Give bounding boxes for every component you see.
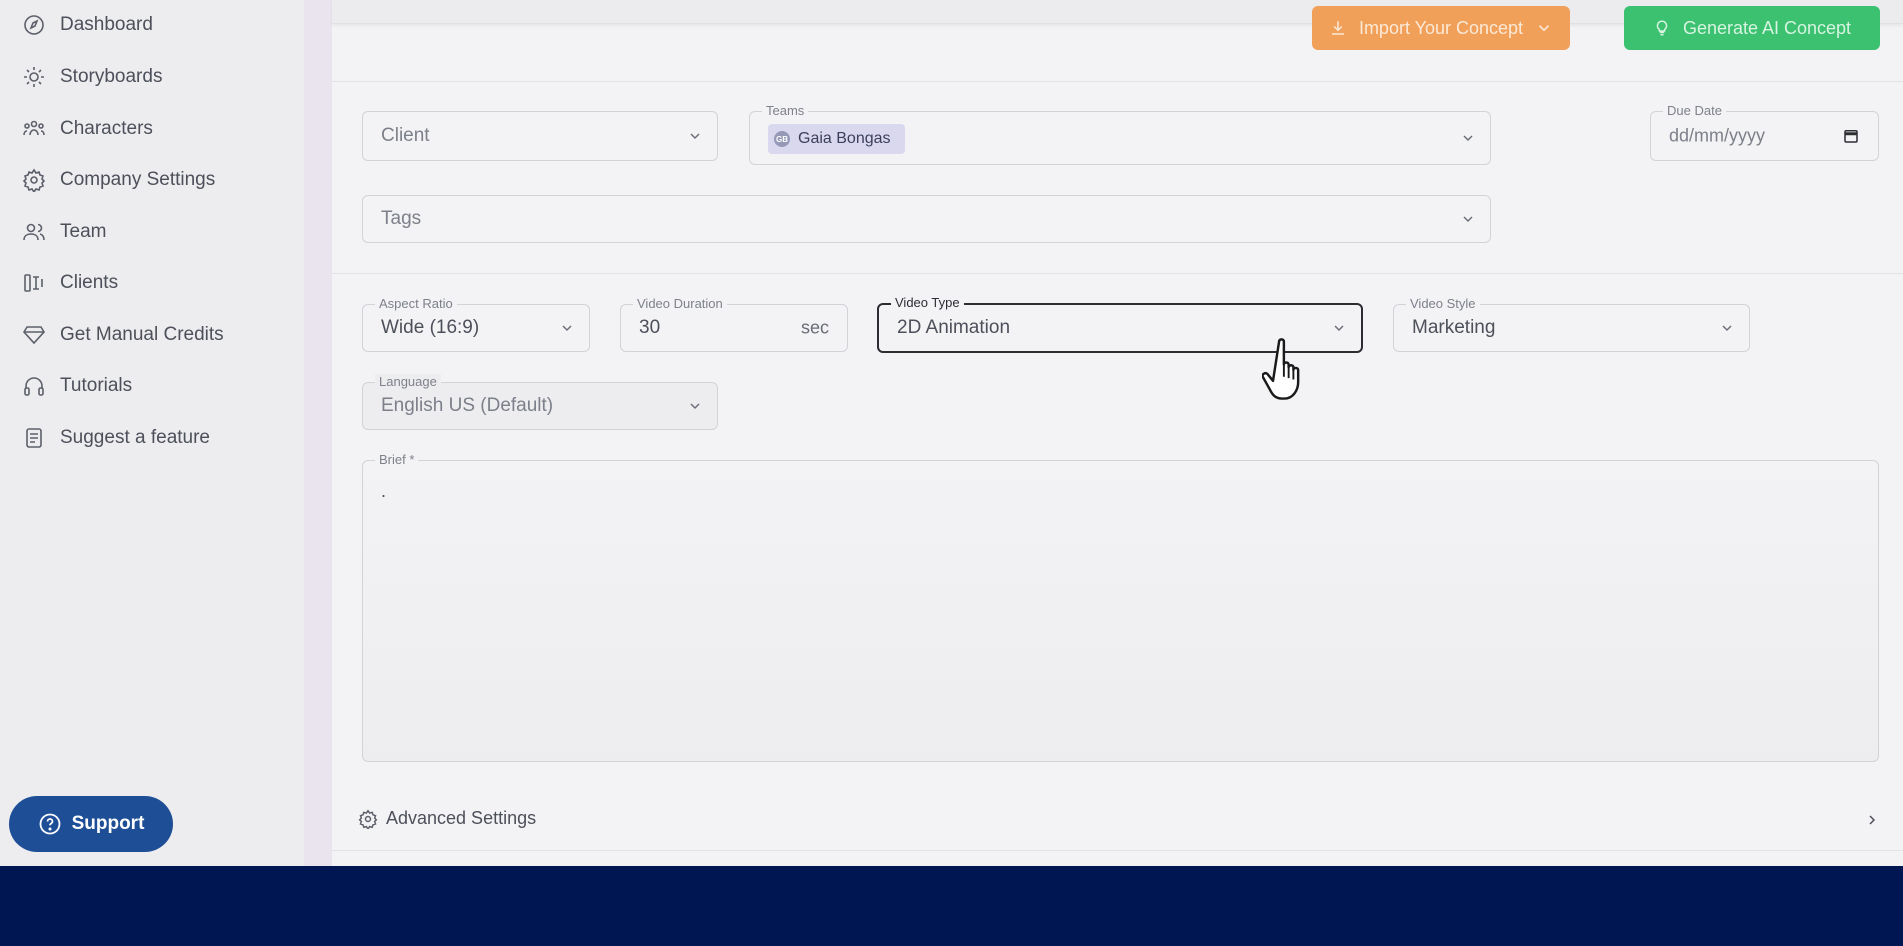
sidebar-item-label: Dashboard [60, 14, 153, 35]
brief-textarea[interactable]: Brief * . [362, 452, 1879, 762]
video-style-value: Marketing [1412, 317, 1496, 338]
sidebar-item-storyboards[interactable]: Storyboards [22, 60, 162, 94]
video-type-value: 2D Animation [897, 317, 1011, 338]
language-value: English US (Default) [381, 395, 554, 416]
bottom-divider [332, 850, 1903, 851]
video-style-select[interactable]: Video Style Marketing [1393, 296, 1750, 352]
aspect-ratio-label: Aspect Ratio [375, 296, 457, 312]
import-concept-label: Import Your Concept [1358, 17, 1524, 38]
sidebar-item-characters[interactable]: Characters [22, 112, 153, 146]
headphones-icon [24, 377, 44, 396]
import-icon [1331, 21, 1344, 35]
clients-icon [24, 274, 43, 292]
sidebar-item-label: Characters [60, 118, 153, 139]
team-chip-avatar: GB [774, 131, 790, 147]
sidebar-item-label: Get Manual Credits [60, 324, 224, 345]
section-divider [332, 273, 1903, 274]
sidebar-item-suggest-a-feature[interactable]: Suggest a feature [22, 421, 210, 455]
brief-value: . [381, 481, 387, 501]
sidebar-item-tutorials[interactable]: Tutorials [22, 369, 132, 403]
support-button[interactable]: Support [9, 796, 173, 852]
video-type-label: Video Type [891, 295, 964, 311]
help-circle-icon [39, 813, 60, 835]
team-chip-label: Gaia Bongas [798, 130, 891, 147]
sidebar-divider [304, 0, 332, 866]
team-chip[interactable]: GB Gaia Bongas [768, 124, 905, 154]
sidebar-item-label: Team [60, 221, 107, 242]
sidebar: Dashboard Storyboards Characters Company… [0, 0, 304, 866]
sidebar-item-label: Tutorials [60, 375, 133, 396]
chevron-down-icon [562, 325, 572, 332]
chevron-right-icon[interactable] [1864, 812, 1880, 828]
team-icon [23, 223, 45, 241]
support-label: Support [71, 813, 145, 834]
characters-icon [23, 120, 45, 136]
generate-ai-concept-label: Generate AI Concept [1682, 17, 1852, 38]
main-content: Import Your Concept Generate AI Concept … [332, 0, 1903, 866]
sidebar-item-company-settings[interactable]: Company Settings [22, 163, 215, 197]
chevron-down-icon [1538, 25, 1550, 32]
teams-label: Teams [762, 103, 809, 119]
client-select[interactable]: Client [362, 111, 718, 161]
due-date-input[interactable]: Due Date dd/mm/yyyy [1650, 103, 1879, 161]
tags-select[interactable]: Tags [362, 195, 1491, 243]
chevron-down-icon [1334, 325, 1344, 332]
sidebar-item-dashboard[interactable]: Dashboard [22, 8, 153, 42]
advanced-settings-toggle[interactable]: Advanced Settings [358, 808, 536, 829]
calendar-icon[interactable] [1842, 127, 1860, 145]
gear-icon [358, 808, 378, 829]
bottom-banner [0, 866, 1903, 946]
hand-cursor-icon [1262, 338, 1300, 400]
sidebar-item-clients[interactable]: Clients [22, 266, 118, 300]
gear-icon [22, 168, 46, 192]
video-duration-label: Video Duration [633, 296, 727, 312]
sidebar-item-label: Storyboards [60, 66, 163, 87]
language-select[interactable]: Language English US (Default) [362, 374, 718, 430]
chevron-down-icon [1722, 325, 1732, 332]
storyboard-icon [24, 67, 44, 87]
chevron-down-icon [690, 403, 700, 410]
video-style-label: Video Style [1406, 296, 1480, 312]
diamond-icon [23, 326, 45, 345]
aspect-ratio-value: Wide (16:9) [381, 317, 480, 338]
video-duration-unit: sec [800, 317, 829, 338]
chevron-down-icon [1463, 135, 1473, 142]
tags-placeholder: Tags [381, 208, 422, 229]
sidebar-item-get-manual-credits[interactable]: Get Manual Credits [22, 318, 224, 352]
lightbulb-icon [1656, 20, 1668, 36]
generate-ai-concept-button[interactable]: Generate AI Concept [1624, 6, 1880, 50]
sidebar-item-label: Company Settings [60, 169, 216, 190]
dashboard-icon [24, 15, 44, 35]
import-concept-button[interactable]: Import Your Concept [1312, 6, 1570, 50]
due-date-value: dd/mm/yyyy [1669, 125, 1766, 146]
client-placeholder: Client [381, 125, 430, 146]
teams-select[interactable]: Teams GB Gaia Bongas [749, 103, 1491, 165]
sidebar-item-team[interactable]: Team [22, 215, 106, 249]
language-label: Language [375, 374, 441, 390]
document-icon [26, 428, 42, 448]
brief-label: Brief * [375, 452, 419, 467]
aspect-ratio-select[interactable]: Aspect Ratio Wide (16:9) [362, 296, 590, 352]
sidebar-item-label: Clients [60, 272, 119, 293]
sidebar-item-label: Suggest a feature [60, 427, 210, 448]
advanced-settings-label: Advanced Settings [386, 808, 537, 828]
video-duration-value: 30 [639, 317, 661, 338]
header-divider [332, 81, 1903, 82]
video-duration-input[interactable]: Video Duration 30 sec [620, 296, 848, 352]
due-date-label: Due Date [1663, 103, 1726, 119]
chevron-down-icon [1463, 216, 1473, 223]
chevron-down-icon [690, 133, 700, 140]
